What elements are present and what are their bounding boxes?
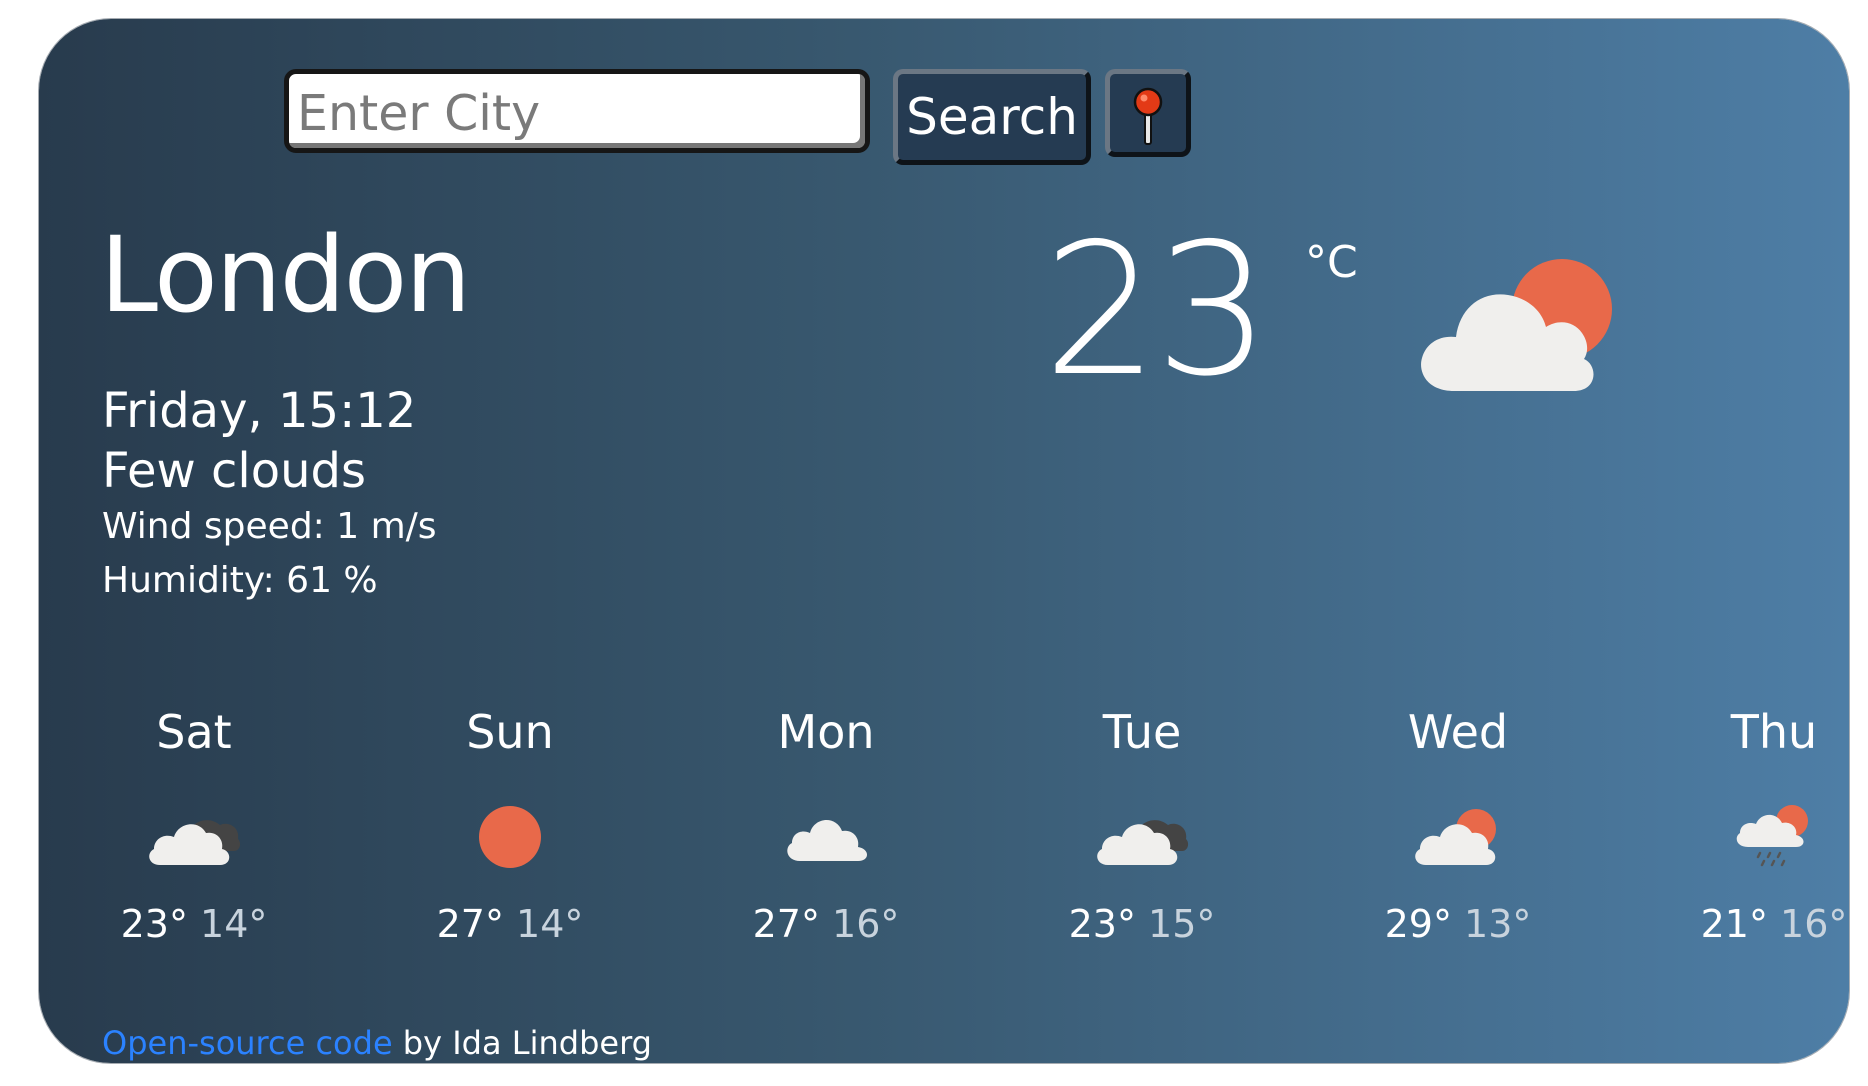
current-temperature: 23 — [1043, 204, 1271, 416]
map-pin-icon — [1133, 87, 1163, 145]
forecast-day: Thu 21° 16° — [1654, 709, 1849, 943]
forecast-day: Sat 23° 14° — [74, 709, 314, 943]
forecast-day-name: Sun — [466, 705, 554, 759]
temperature-unit[interactable]: °C — [1305, 241, 1358, 285]
forecast-min-temp: 16° — [832, 902, 900, 946]
forecast-day: Mon 27° 16° — [706, 709, 946, 943]
forecast-min-temp: 16° — [1780, 902, 1848, 946]
forecast-day: Tue 23° 15° — [1022, 709, 1262, 943]
few-clouds-icon — [1414, 255, 1619, 399]
broken-clouds-icon — [149, 820, 241, 865]
open-source-code-link[interactable]: Open-source code — [102, 1024, 393, 1062]
author-credit: by Ida Lindberg — [392, 1024, 652, 1062]
wind-speed: Wind speed: 1 m/s — [102, 506, 437, 547]
date-time: Friday, 15:12 — [102, 383, 417, 439]
weather-app-card: Search London Friday, 15:12 Few clouds W… — [39, 19, 1849, 1063]
city-search-input[interactable] — [284, 69, 870, 153]
forecast-day-name: Tue — [1102, 705, 1182, 759]
forecast-day-name: Thu — [1730, 705, 1818, 759]
city-name: London — [100, 214, 471, 336]
clouds-icon — [787, 819, 867, 861]
weather-description: Few clouds — [102, 443, 367, 499]
forecast-day-name: Mon — [777, 705, 875, 759]
forecast-min-temp: 13° — [1464, 902, 1532, 946]
forecast-max-temp: 21° — [1700, 902, 1768, 946]
clear-sky-icon — [479, 806, 541, 868]
forecast-day: Wed 29° 13° — [1338, 709, 1578, 943]
forecast-max-temp: 27° — [752, 902, 820, 946]
current-location-button[interactable] — [1105, 69, 1191, 157]
few-clouds-icon — [1415, 809, 1496, 865]
broken-clouds-icon — [1097, 820, 1189, 865]
forecast-min-temp: 15° — [1148, 902, 1216, 946]
forecast-max-temp: 27° — [436, 902, 504, 946]
footer: Open-source code by Ida Lindberg — [102, 1027, 652, 1059]
forecast-day: Sun 27° 14° — [390, 709, 630, 943]
forecast-min-temp: 14° — [200, 902, 268, 946]
humidity: Humidity: 61 % — [102, 560, 378, 601]
rain-icon — [1736, 805, 1808, 867]
search-button[interactable]: Search — [893, 69, 1091, 165]
forecast-day-name: Wed — [1407, 705, 1509, 759]
forecast-max-temp: 23° — [1068, 902, 1136, 946]
forecast-max-temp: 23° — [120, 902, 188, 946]
forecast-max-temp: 29° — [1384, 902, 1452, 946]
forecast-min-temp: 14° — [516, 902, 584, 946]
forecast-day-name: Sat — [156, 705, 232, 759]
